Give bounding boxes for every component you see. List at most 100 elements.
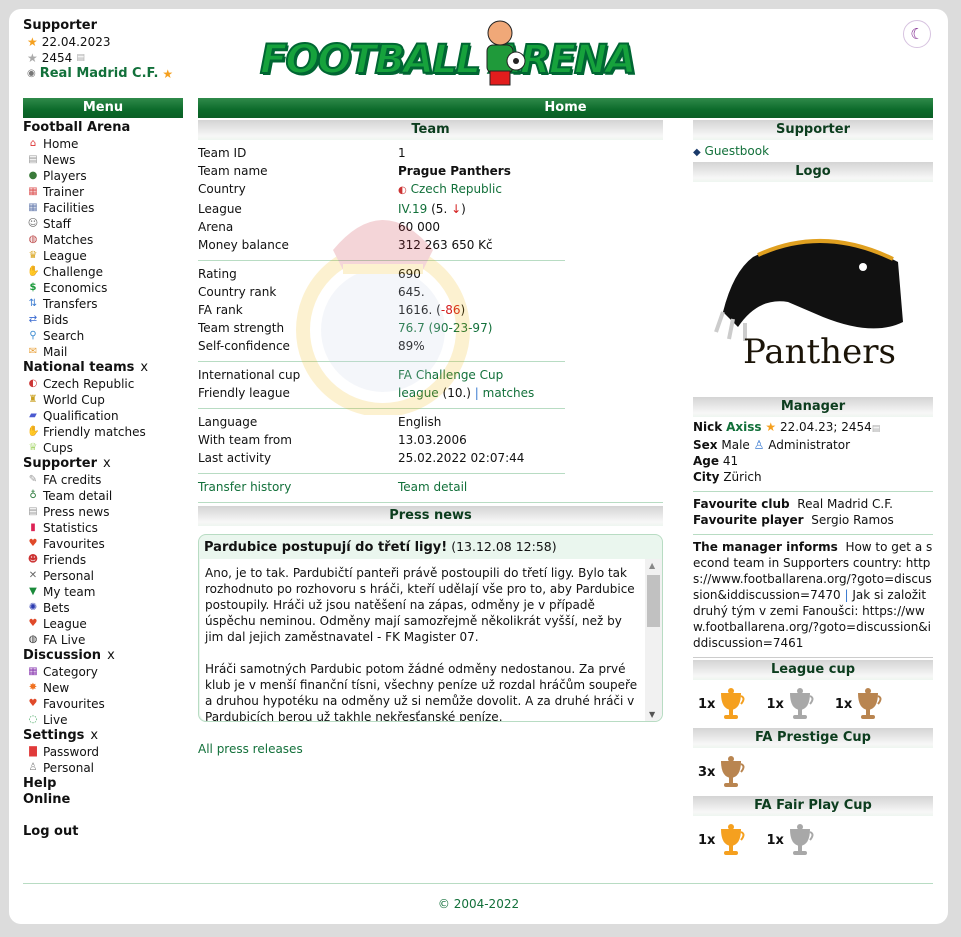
bronze-cup-icon: [858, 688, 882, 719]
intl-cup-link[interactable]: FA Challenge Cup: [398, 368, 503, 382]
sidebar-item-mail[interactable]: ✉ Mail: [23, 344, 183, 360]
sidebar-item-help[interactable]: Help: [23, 776, 183, 792]
sidebar-item-staff[interactable]: ☺ Staff: [23, 216, 183, 232]
scrollbar[interactable]: ▲ ▼: [645, 559, 662, 721]
transfer-history-link[interactable]: Transfer history: [198, 478, 398, 496]
sidebar-item-bids[interactable]: ⇄ Bids: [23, 312, 183, 328]
strength-detail[interactable]: (90-23-97): [429, 321, 493, 335]
menu-section-football-arena[interactable]: Football Arena: [23, 120, 183, 136]
sidebar-item-category[interactable]: ▦ Category: [23, 664, 183, 680]
sidebar-item-fa-live[interactable]: ◍ FA Live: [23, 632, 183, 648]
collapse-supporter-button[interactable]: x: [103, 456, 111, 471]
scroll-down-icon[interactable]: ▼: [649, 710, 655, 719]
club-link[interactable]: Real Madrid C.F.: [40, 66, 159, 82]
links-row: Transfer history Team detail: [198, 478, 663, 496]
user-icon: ♙: [753, 438, 765, 452]
league-cup-heading: League cup: [693, 660, 933, 680]
coins-icon: ▤: [76, 53, 85, 63]
fa-rank-row: FA rank 1616. (-86): [198, 303, 466, 317]
team-detail-link[interactable]: Team detail: [398, 478, 467, 496]
sidebar-item-press-news[interactable]: ▤ Press news: [23, 504, 183, 520]
scrollbar-thumb[interactable]: [647, 575, 660, 627]
sidebar-item-facilities[interactable]: ▦ Facilities: [23, 200, 183, 216]
menu-section-discussion[interactable]: Discussion x: [23, 648, 183, 664]
strength-link[interactable]: 76.7: [398, 321, 425, 335]
manager-informs: The manager informs How to get a second …: [693, 540, 933, 650]
friendly-matches-link[interactable]: matches: [483, 386, 535, 400]
sidebar-item-challenge[interactable]: ✋ Challenge: [23, 264, 183, 280]
self-confidence: 89%: [398, 339, 425, 353]
menu-section-supporter[interactable]: Supporter x: [23, 456, 183, 472]
sex-row: Sex Male ♙ Administrator: [693, 438, 851, 452]
league-link[interactable]: IV.19: [398, 202, 427, 216]
guestbook-link[interactable]: Guestbook: [705, 144, 770, 158]
sidebar-item-news[interactable]: ▤ News: [23, 152, 183, 168]
ball-icon: ◍: [28, 234, 38, 245]
all-press-releases-link[interactable]: All press releases: [198, 742, 303, 756]
sidebar-item-matches[interactable]: ◍ Matches: [23, 232, 183, 248]
sidebar-item-search[interactable]: ⚲ Search: [23, 328, 183, 344]
rating-row: Rating 690: [198, 267, 421, 281]
friendly-league-link[interactable]: league: [398, 386, 439, 400]
supporter-title: Supporter: [23, 18, 98, 33]
divider: [198, 260, 565, 261]
manager-nick-link[interactable]: Axiss: [726, 420, 761, 434]
sidebar-item-discussion-favourites[interactable]: ♥ Favourites: [23, 696, 183, 712]
trophy-count: 1x: [698, 696, 716, 712]
with-team-from: 13.03.2006: [398, 433, 467, 447]
menu-section-settings[interactable]: Settings x: [23, 728, 183, 744]
sidebar-item-transfers[interactable]: ⇅ Transfers: [23, 296, 183, 312]
sidebar-item-czech-republic[interactable]: ◐ Czech Republic: [23, 376, 183, 392]
sidebar-item-my-team[interactable]: ▼ My team: [23, 584, 183, 600]
logout-link[interactable]: Log out: [23, 824, 183, 840]
sidebar-item-home[interactable]: ⌂ Home: [23, 136, 183, 152]
sidebar-item-players[interactable]: ● Players: [23, 168, 183, 184]
sidebar-item-new[interactable]: ✸ New: [23, 680, 183, 696]
country-link[interactable]: Czech Republic: [411, 182, 502, 196]
theme-toggle-button[interactable]: ☾: [903, 20, 931, 48]
age-row: Age 41: [693, 454, 739, 468]
article-body-scroll[interactable]: Ano, je to tak. Pardubičtí panteři právě…: [200, 559, 662, 721]
country-rank-row: Country rank 645.: [198, 285, 425, 299]
collapse-discussion-button[interactable]: x: [107, 648, 115, 663]
sidebar-item-trainer[interactable]: ▦ Trainer: [23, 184, 183, 200]
sidebar-item-friendly-matches[interactable]: ✋ Friendly matches: [23, 424, 183, 440]
sidebar-item-world-cup[interactable]: ♜ World Cup: [23, 392, 183, 408]
sidebar-item-friends[interactable]: ☻ Friends: [23, 552, 183, 568]
trophy-count: 1x: [766, 832, 784, 848]
sidebar-item-supporter-league[interactable]: ♥ League: [23, 616, 183, 632]
sidebar-item-online[interactable]: Online: [23, 792, 183, 808]
handshake-icon: ✋: [27, 426, 40, 437]
players-icon: ●: [28, 170, 38, 181]
trophy-silver: 1x: [766, 823, 814, 857]
copyright: © 2004-2022: [437, 897, 520, 911]
team-id-row: Team ID 1: [198, 146, 406, 160]
sidebar-item-personal[interactable]: ✕ Personal: [23, 568, 183, 584]
scroll-up-icon[interactable]: ▲: [649, 561, 655, 570]
sidebar-item-qualification[interactable]: ▰ Qualification: [23, 408, 183, 424]
sidebar-item-fa-credits[interactable]: ✎ FA credits: [23, 472, 183, 488]
nick-row: Nick Axiss ★ 22.04.23; 2454▤: [693, 420, 881, 434]
menu-section-national-teams[interactable]: National teams x: [23, 360, 183, 376]
sidebar-item-team-detail[interactable]: ♁ Team detail: [23, 488, 183, 504]
sidebar-item-cups[interactable]: ♕ Cups: [23, 440, 183, 456]
collapse-settings-button[interactable]: x: [90, 728, 98, 743]
mail-icon: ✉: [28, 346, 38, 357]
sidebar-item-economics[interactable]: $ Economics: [23, 280, 183, 296]
page-title: Home: [198, 98, 933, 118]
sidebar-item-settings-personal[interactable]: ♙ Personal: [23, 760, 183, 776]
money-row: Money balance 312 263 650 Kč: [198, 238, 493, 252]
collapse-national-button[interactable]: x: [140, 360, 148, 375]
sidebar-item-favourites[interactable]: ♥ Favourites: [23, 536, 183, 552]
sidebar-item-password[interactable]: ▇ Password: [23, 744, 183, 760]
sidebar-item-league[interactable]: ♛ League: [23, 248, 183, 264]
supporter-heading: Supporter: [693, 120, 933, 140]
sidebar-item-bets[interactable]: ✺ Bets: [23, 600, 183, 616]
sidebar-item-live[interactable]: ◌ Live: [23, 712, 183, 728]
article-title: Pardubice postupují do třetí ligy!: [204, 540, 448, 555]
sidebar-item-statistics[interactable]: ▮ Statistics: [23, 520, 183, 536]
star-gold-icon: ★: [27, 35, 38, 49]
football-arena-logo[interactable]: FOOTBALL ARENA: [259, 15, 692, 89]
qualification-icon: ▰: [29, 410, 37, 421]
menu-header: Menu: [23, 98, 183, 118]
